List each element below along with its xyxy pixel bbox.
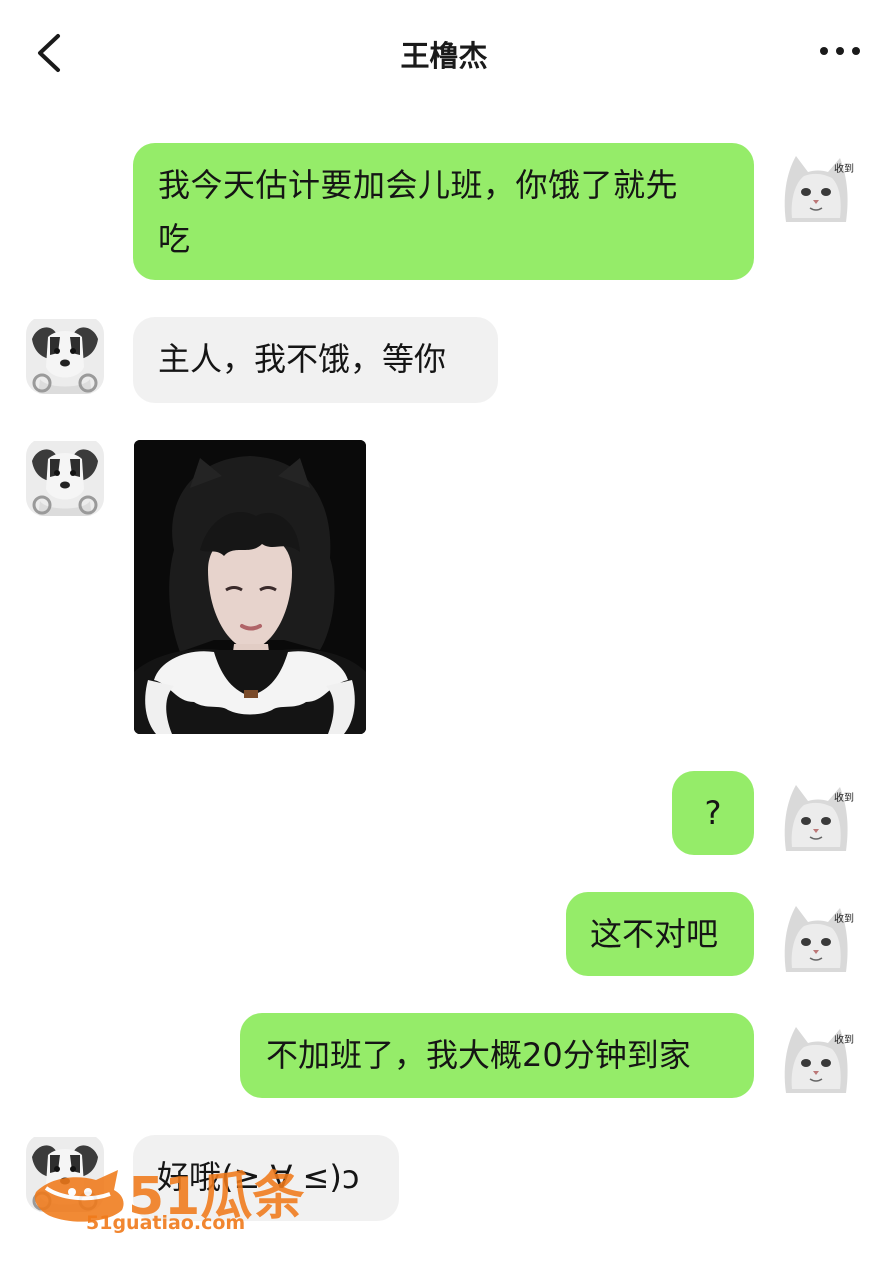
selfie-photo[interactable] <box>134 440 366 734</box>
message-text: 这不对吧 <box>590 915 719 953</box>
watermark-url: 51guatiao.com <box>86 1212 246 1234</box>
sticker-text: 收到 <box>834 164 854 175</box>
chat-title: 王橹杰 <box>400 39 488 73</box>
cat-avatar[interactable]: 收到 <box>778 898 856 976</box>
message-bubble-received[interactable]: 主人，我不饿，等你 <box>133 317 498 403</box>
chat-header: 王橹杰 <box>0 0 888 108</box>
message-bubble-sent[interactable]: 这不对吧 <box>566 892 754 976</box>
cat-avatar[interactable]: 收到 <box>778 777 856 855</box>
sticker-text: 收到 <box>834 1035 854 1046</box>
dog-avatar[interactable] <box>26 438 104 516</box>
message-bubble-sent[interactable]: 我今天估计要加会儿班，你饿了就先 吃 <box>133 143 754 280</box>
message-bubble-sent[interactable]: ? <box>672 771 754 855</box>
message-text: 不加班了，我大概20分钟到家 <box>266 1036 691 1074</box>
message-text: 我今天估计要加会儿班，你饿了就先 <box>158 166 679 204</box>
cat-avatar[interactable]: 收到 <box>778 148 856 226</box>
dog-avatar[interactable] <box>26 316 104 394</box>
sticker-text: 收到 <box>834 793 854 804</box>
cat-avatar[interactable]: 收到 <box>778 1019 856 1097</box>
more-dots-icon[interactable] <box>818 38 862 64</box>
message-text: 主人，我不饿，等你 <box>158 340 447 378</box>
sticker-text: 收到 <box>834 914 854 925</box>
message-bubble-sent[interactable]: 不加班了，我大概20分钟到家 <box>240 1013 754 1098</box>
message-text: ? <box>704 794 722 832</box>
message-text: 吃 <box>158 220 191 258</box>
